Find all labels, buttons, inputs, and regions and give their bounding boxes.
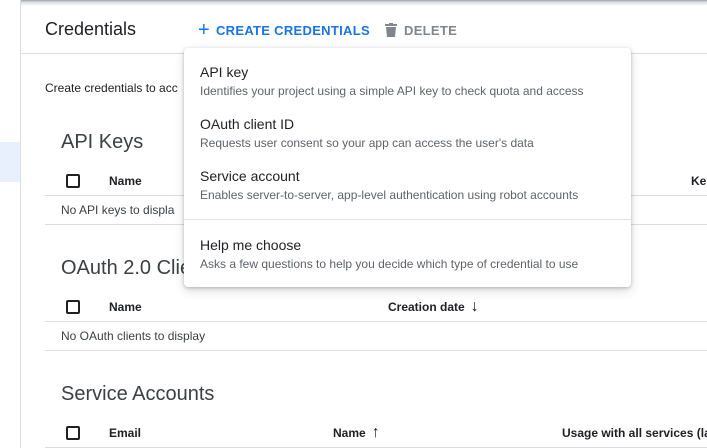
menu-item-api-key[interactable]: API key Identifies your project using a …: [184, 64, 631, 98]
oauth-title: OAuth 2.0 Clie: [61, 257, 192, 279]
column-creation-date[interactable]: Creation date ↓: [388, 298, 479, 315]
menu-item-title: OAuth client ID: [200, 116, 295, 132]
oauth-empty-row: No OAuth clients to display: [45, 322, 707, 351]
menu-item-service-account[interactable]: Service account Enables server-to-server…: [184, 168, 631, 202]
menu-item-description: Identifies your project using a simple A…: [200, 84, 584, 98]
plus-icon: +: [198, 19, 210, 41]
select-all-checkbox[interactable]: [66, 426, 80, 440]
create-credentials-label: CREATE CREDENTIALS: [215, 22, 370, 38]
column-key[interactable]: Ke: [691, 174, 706, 188]
nav-active-item[interactable]: [0, 142, 20, 182]
column-email[interactable]: Email: [109, 426, 141, 440]
select-all-checkbox[interactable]: [66, 174, 80, 188]
empty-message: No API keys to displa: [61, 203, 175, 217]
menu-item-description: Enables server-to-server, app-level auth…: [200, 188, 579, 202]
column-name[interactable]: Name: [109, 300, 142, 314]
column-usage[interactable]: Usage with all services (las: [562, 426, 707, 440]
page-title: Credentials: [45, 19, 137, 39]
service-accounts-title: Service Accounts: [61, 383, 215, 405]
menu-item-title: Help me choose: [200, 237, 302, 253]
arrow-down-icon: ↓: [470, 298, 479, 315]
menu-item-description: Asks a few questions to help you decide …: [200, 257, 579, 271]
oauth-table-header: Name Creation date ↓: [45, 293, 707, 322]
column-label: Name: [333, 426, 366, 440]
service-accounts-table-header: Email Name ↑ Usage with all services (la…: [45, 419, 707, 448]
menu-item-title: API key: [200, 64, 249, 80]
select-all-checkbox[interactable]: [66, 300, 80, 314]
delete-label: DELETE: [404, 22, 458, 38]
menu-divider: [184, 219, 631, 220]
menu-item-help-me-choose[interactable]: Help me choose Asks a few questions to h…: [184, 237, 631, 271]
page-header: Credentials + CREATE CREDENTIALS DELETE: [21, 6, 707, 54]
menu-item-title: Service account: [200, 168, 300, 184]
menu-item-description: Requests user consent so your app can ac…: [200, 136, 534, 150]
menu-item-oauth-client-id[interactable]: OAuth client ID Requests user consent so…: [184, 116, 631, 150]
trash-icon: [385, 23, 397, 37]
create-credentials-menu: API key Identifies your project using a …: [184, 48, 631, 287]
empty-message: No OAuth clients to display: [61, 329, 206, 343]
column-name[interactable]: Name: [109, 174, 142, 188]
delete-button[interactable]: DELETE: [385, 18, 457, 42]
api-keys-title: API Keys: [61, 131, 144, 153]
column-name[interactable]: Name ↑: [333, 424, 380, 441]
arrow-up-icon: ↑: [371, 424, 380, 441]
intro-text: Create credentials to acc: [45, 81, 178, 95]
column-label: Creation date: [388, 300, 465, 314]
left-nav-rail: [0, 0, 21, 448]
create-credentials-button[interactable]: + CREATE CREDENTIALS: [198, 18, 370, 42]
